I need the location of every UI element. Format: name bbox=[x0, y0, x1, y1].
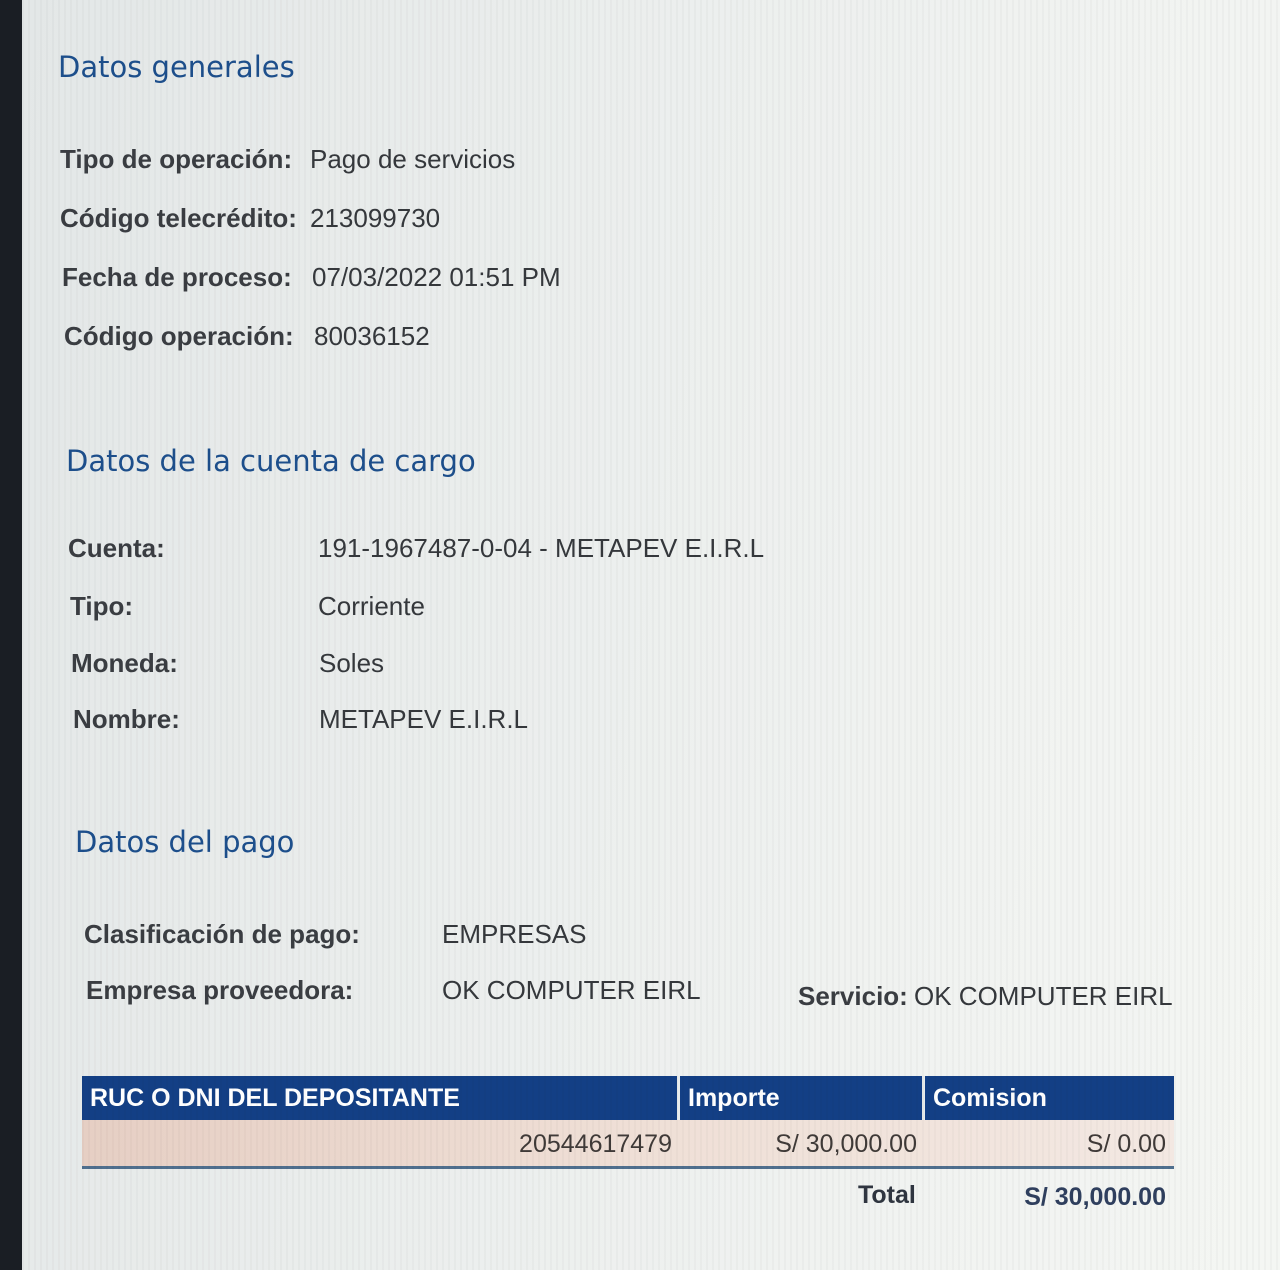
pago-section-title: Datos del pago bbox=[75, 825, 295, 859]
field-label: Clasificación de pago: bbox=[84, 919, 360, 949]
field-moneda: Moneda: Soles bbox=[71, 648, 384, 679]
field-value: 191-1967487-0-04 - METAPEV E.I.R.L bbox=[318, 533, 765, 563]
field-label: Fecha de proceso: bbox=[62, 262, 292, 292]
column-header-comision: Comision bbox=[925, 1076, 1174, 1120]
payment-table: RUC O DNI DEL DEPOSITANTE Importe Comisi… bbox=[82, 1076, 1174, 1221]
receipt-screen: Datos generales Tipo de operación: Pago … bbox=[22, 0, 1280, 1270]
field-tipo-operacion: Tipo de operación: Pago de servicios bbox=[60, 144, 515, 175]
field-tipo: Tipo: Corriente bbox=[70, 591, 425, 622]
column-header-ruc: RUC O DNI DEL DEPOSITANTE bbox=[82, 1076, 680, 1120]
cuenta-section-title: Datos de la cuenta de cargo bbox=[66, 444, 476, 478]
field-cuenta: Cuenta: 191-1967487-0-04 - METAPEV E.I.R… bbox=[68, 533, 764, 564]
field-value: Pago de servicios bbox=[310, 144, 516, 174]
field-value: METAPEV E.I.R.L bbox=[319, 704, 529, 734]
field-label: Tipo de operación: bbox=[60, 144, 293, 174]
field-servicio: Servicio: OK COMPUTER EIRL bbox=[798, 981, 1173, 1012]
field-value: EMPRESAS bbox=[442, 919, 587, 949]
field-clasificacion-pago: Clasificación de pago: EMPRESAS bbox=[84, 919, 587, 950]
cell-comision: S/ 0.00 bbox=[1086, 1130, 1166, 1158]
field-label: Cuenta: bbox=[68, 533, 165, 563]
general-section-title: Datos generales bbox=[58, 50, 295, 84]
field-label: Código telecrédito: bbox=[60, 203, 297, 233]
table-header: RUC O DNI DEL DEPOSITANTE Importe Comisi… bbox=[82, 1076, 1174, 1120]
cell-importe: S/ 30,000.00 bbox=[775, 1130, 917, 1158]
field-fecha-proceso: Fecha de proceso: 07/03/2022 01:51 PM bbox=[62, 262, 561, 293]
field-value: Corriente bbox=[318, 591, 425, 621]
field-value: 213099730 bbox=[310, 203, 441, 233]
total-row: Total S/ 30,000.00 bbox=[82, 1169, 1174, 1221]
field-label: Moneda: bbox=[71, 648, 178, 678]
field-value: OK COMPUTER EIRL bbox=[442, 975, 701, 1005]
total-value: S/ 30,000.00 bbox=[1024, 1183, 1166, 1211]
field-label: Servicio: bbox=[798, 981, 908, 1011]
field-label: Empresa proveedora: bbox=[86, 975, 354, 1005]
field-label: Tipo: bbox=[70, 591, 134, 621]
field-empresa-proveedora: Empresa proveedora: OK COMPUTER EIRL bbox=[86, 975, 701, 1006]
field-value: Soles bbox=[319, 648, 385, 678]
field-value: 80036152 bbox=[314, 321, 430, 351]
field-codigo-telecredito: Código telecrédito: 213099730 bbox=[60, 203, 440, 234]
field-label: Nombre: bbox=[73, 704, 180, 734]
field-nombre: Nombre: METAPEV E.I.R.L bbox=[73, 704, 528, 735]
field-value: OK COMPUTER EIRL bbox=[914, 981, 1173, 1011]
field-label: Código operación: bbox=[64, 321, 294, 351]
column-header-importe: Importe bbox=[680, 1076, 925, 1120]
field-codigo-operacion: Código operación: 80036152 bbox=[64, 321, 430, 352]
total-label: Total bbox=[858, 1181, 916, 1209]
field-value: 07/03/2022 01:51 PM bbox=[312, 262, 561, 292]
table-row: 20544617479 S/ 30,000.00 S/ 0.00 bbox=[82, 1120, 1174, 1169]
cell-ruc: 20544617479 bbox=[519, 1130, 672, 1158]
